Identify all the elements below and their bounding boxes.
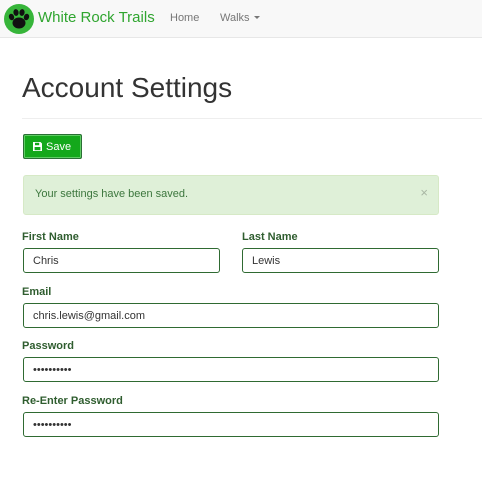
alert-message: Your settings have been saved. — [35, 188, 189, 200]
password-field[interactable] — [23, 357, 439, 382]
password-label: Password — [22, 340, 74, 352]
paw-icon[interactable] — [4, 4, 34, 34]
first-name-field[interactable] — [23, 248, 220, 273]
nav-walks-dropdown[interactable]: Walks — [220, 12, 260, 24]
last-name-field[interactable] — [242, 248, 439, 273]
reenter-password-field[interactable] — [23, 412, 439, 437]
first-name-label: First Name — [22, 231, 79, 243]
caret-down-icon — [253, 15, 260, 19]
nav-home-link[interactable]: Home — [170, 12, 199, 24]
reenter-password-label: Re-Enter Password — [22, 395, 123, 407]
last-name-label: Last Name — [242, 231, 298, 243]
success-alert: Your settings have been saved. × — [23, 175, 439, 215]
navbar: White Rock Trails Home Walks — [0, 0, 482, 38]
close-icon[interactable]: × — [420, 186, 428, 199]
page-title: Account Settings — [22, 72, 233, 103]
nav-walks-label: Walks — [220, 12, 250, 24]
save-button-label: Save — [46, 141, 72, 153]
email-field[interactable] — [23, 303, 439, 328]
save-button[interactable]: Save — [23, 134, 82, 159]
floppy-disk-icon — [33, 142, 42, 151]
title-divider — [22, 118, 482, 119]
email-label: Email — [22, 286, 52, 298]
brand-name[interactable]: White Rock Trails — [38, 9, 155, 26]
